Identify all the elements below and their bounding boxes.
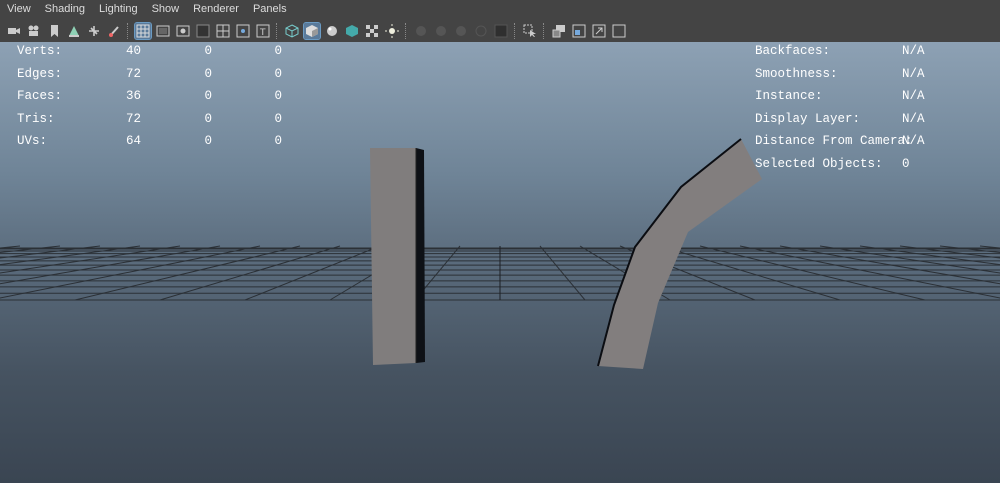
hud-stat-label: Faces:: [17, 89, 63, 103]
hud-info-label: Instance:: [755, 89, 823, 103]
component-view-icon[interactable]: [591, 23, 607, 39]
film-camera-icon[interactable]: [26, 23, 42, 39]
wireframe-icon[interactable]: [284, 23, 300, 39]
default-material-icon[interactable]: [324, 23, 340, 39]
camera-icon[interactable]: [6, 23, 22, 39]
toolbar-separator: [276, 22, 279, 39]
xray-icon[interactable]: [344, 23, 360, 39]
ambient-occlusion-icon[interactable]: [433, 23, 449, 39]
svg-text:T: T: [259, 28, 266, 38]
wireframe-on-shaded-icon[interactable]: [611, 23, 627, 39]
hud-info-label: Backfaces:: [755, 44, 831, 58]
motion-blur-icon[interactable]: [453, 23, 469, 39]
hud-stat-label: UVs:: [17, 134, 48, 148]
hud-info-value: N/A: [902, 66, 925, 81]
hud-info-label: Display Layer:: [755, 111, 861, 126]
hud-stat-value: 0: [204, 44, 212, 58]
panel-toolbar: T: [0, 19, 1000, 42]
lights-icon[interactable]: [384, 23, 400, 39]
hud-stat-value: 72: [125, 66, 141, 81]
menu-renderer[interactable]: Renderer: [186, 0, 246, 19]
hud-info-value: N/A: [902, 44, 925, 58]
resolution-gate-icon[interactable]: [175, 23, 191, 39]
field-chart-icon[interactable]: [215, 23, 231, 39]
isolate-select-icon[interactable]: [522, 23, 538, 39]
menu-panels[interactable]: Panels: [246, 0, 294, 19]
hud-stat-label: Tris:: [17, 111, 55, 126]
gate-mask-icon[interactable]: [195, 23, 211, 39]
image-plane-icon[interactable]: [66, 23, 82, 39]
toolbar-separator: [405, 22, 408, 39]
textured-icon[interactable]: [364, 23, 380, 39]
bookmark-icon[interactable]: [46, 23, 62, 39]
heads-up-display-right: Backfaces: N/A Smoothness: N/A Instance: N/A D…: [755, 42, 925, 171]
3d-viewport[interactable]: Verts: 40 0 0 Edges: 72 0 0 Faces: 36 0 0 Tris: 72 0 0 U…: [0, 42, 1000, 483]
menu-show[interactable]: Show: [145, 0, 187, 19]
grid-icon[interactable]: [134, 21, 152, 40]
hud-stat-value: 0: [204, 66, 212, 81]
film-gate-icon[interactable]: [155, 23, 171, 39]
safe-action-icon[interactable]: [235, 23, 251, 39]
hud-stat-value: 0: [274, 111, 282, 126]
hud-info-label: Selected Objects:: [755, 156, 883, 171]
brush-icon[interactable]: [106, 23, 122, 39]
xray-joints-icon[interactable]: [551, 23, 567, 39]
hud-stat-value: 36: [125, 89, 141, 103]
hud-info-value: N/A: [902, 89, 925, 103]
hud-stat-value: 0: [274, 134, 282, 148]
hud-info-value: N/A: [902, 134, 925, 148]
hud-stat-label: Verts:: [17, 44, 63, 58]
hud-stat-label: Edges:: [17, 66, 63, 81]
heads-up-display-left: Verts: 40 0 0 Edges: 72 0 0 Faces: 36 0 0 Tris: 72 0 0 U…: [17, 42, 282, 148]
cube-transform-icon[interactable]: [86, 23, 102, 39]
hud-stat-value: 0: [204, 134, 212, 148]
hud-stat-value: 64: [125, 134, 141, 148]
menu-shading[interactable]: Shading: [38, 0, 92, 19]
hud-stat-value: 0: [204, 89, 212, 103]
toolbar-separator: [127, 22, 130, 39]
smooth-shade-icon[interactable]: [303, 21, 321, 40]
hud-stat-value: 0: [274, 66, 282, 81]
box-object[interactable]: [370, 148, 425, 365]
hud-stat-value: 0: [204, 111, 212, 126]
ground-grid: [0, 245, 1000, 301]
hud-stat-value: 72: [125, 111, 141, 126]
safe-title-icon[interactable]: T: [255, 23, 271, 39]
anti-aliasing-icon[interactable]: [473, 23, 489, 39]
hud-stat-value: 0: [274, 89, 282, 103]
hud-info-label: Distance From Camera:: [755, 134, 913, 148]
toolbar-separator: [543, 22, 546, 39]
xray-components-icon[interactable]: [571, 23, 587, 39]
hud-stat-value: 40: [125, 44, 141, 58]
scene-canvas[interactable]: [0, 42, 1000, 483]
menu-view[interactable]: View: [0, 0, 38, 19]
shadows-icon[interactable]: [413, 23, 429, 39]
hud-info-value: 0: [902, 156, 910, 171]
hud-info-value: N/A: [902, 111, 925, 126]
hud-stat-value: 0: [274, 44, 282, 58]
toolbar-separator: [514, 22, 517, 39]
hud-info-label: Smoothness:: [755, 66, 838, 81]
depth-of-field-icon[interactable]: [493, 23, 509, 39]
viewport-menu-bar: View Shading Lighting Show Renderer Pane…: [0, 0, 1000, 19]
menu-lighting[interactable]: Lighting: [92, 0, 145, 19]
